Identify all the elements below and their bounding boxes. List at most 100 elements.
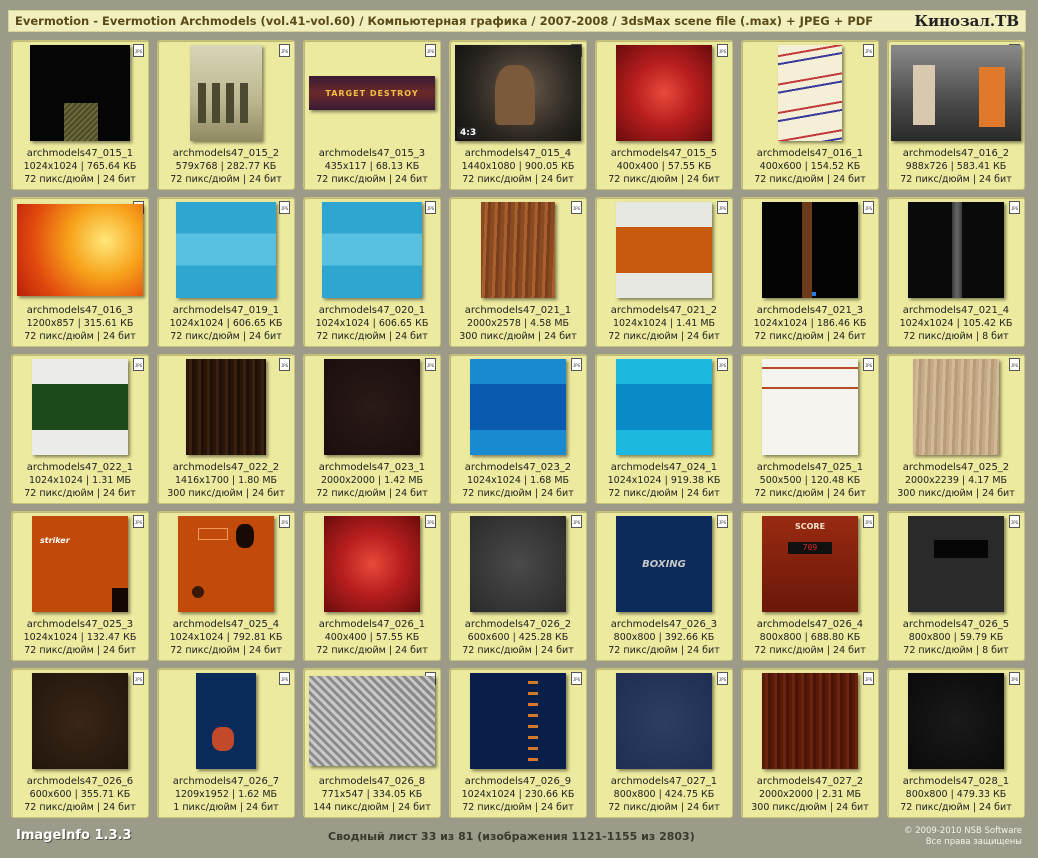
thumbnail-tile[interactable]: JPG archmodels47_022_2 1416x1700 | 1.80 МБ…: [157, 354, 295, 504]
score-thumbnail[interactable]: SCORE 709: [762, 516, 858, 612]
navy-fabric-thumbnail[interactable]: [616, 673, 712, 769]
dark-panel-thumbnail[interactable]: [908, 516, 1004, 612]
red-glow-thumbnail[interactable]: [324, 516, 420, 612]
thumbnail-tile[interactable]: JPG4:3archmodels47_015_41440x1080 | 900.…: [449, 40, 587, 190]
black-gray-strip-thumbnail[interactable]: [908, 202, 1004, 298]
file-resolution: 72 пикс/дюйм | 24 бит: [24, 174, 136, 185]
diamond-plate-thumbnail[interactable]: [309, 676, 435, 766]
file-resolution: 72 пикс/дюйм | 8 бит: [903, 331, 1009, 342]
file-dimensions: 1024x1024 | 765.64 КБ: [23, 161, 137, 172]
thumbnail-tile[interactable]: JPG archmodels47_015_2 579x768 | 282.77 КБ…: [157, 40, 295, 190]
thumbnail-tile[interactable]: JPG archmodels47_026_2 600x600 | 425.28 КБ…: [449, 511, 587, 661]
thumbnail-tile[interactable]: JPG archmodels47_024_1 1024x1024 | 919.38 …: [595, 354, 733, 504]
aspect-ratio-badge: 4:3: [457, 127, 480, 139]
beige-wood-thumbnail[interactable]: [913, 359, 999, 455]
file-resolution: 72 пикс/дюйм | 24 бит: [24, 331, 136, 342]
orange-band-thumbnail[interactable]: [616, 202, 712, 298]
thumbnail-tile[interactable]: JPG TARGET DESTROY archmodels47_015_3 435x1…: [303, 40, 441, 190]
thumbnail-tile[interactable]: JPG BOXING archmodels47_026_3 800x800 | 392…: [595, 511, 733, 661]
thumbnail-tile[interactable]: JPG archmodels47_026_1 400x400 | 57.55 КБ 7…: [303, 511, 441, 661]
thumbnail-tile[interactable]: JPG archmodels47_025_1 500x500 | 120.48 КБ…: [741, 354, 879, 504]
thumbnail-area: [450, 512, 586, 616]
file-name: archmodels47_027_2: [756, 776, 864, 787]
thumbnail-tile[interactable]: JPG striker archmodels47_025_3 1024x1024 | …: [11, 511, 149, 661]
thumbnail-tile[interactable]: JPG archmodels47_026_5 800x800 | 59.79 КБ 7…: [887, 511, 1025, 661]
thumbnail-tile[interactable]: JPG archmodels47_025_4 1024x1024 | 792.81 …: [157, 511, 295, 661]
thumbnail-tile[interactable]: JPG archmodels47_027_2 2000x2000 | 2.31 МБ…: [741, 668, 879, 818]
boxer-poster-thumbnail[interactable]: [196, 673, 256, 769]
thumbnail-tile[interactable]: JPG archmodels47_028_1 800x800 | 479.33 КБ…: [887, 668, 1025, 818]
thumbnail-tile[interactable]: JPG archmodels47_020_1 1024x1024 | 606.65 …: [303, 197, 441, 347]
thumbnail-tile[interactable]: JPG archmodels47_023_2 1024x1024 | 1.68 МБ…: [449, 354, 587, 504]
file-resolution: 300 пикс/дюйм | 24 бит: [897, 488, 1015, 499]
rights: Все права защищены: [925, 837, 1022, 847]
wave-pattern-thumbnail[interactable]: [778, 45, 842, 141]
fire-thumbnail[interactable]: [17, 204, 143, 296]
thumbnail-tile[interactable]: JPG archmodels47_026_7 1209x1952 | 1.62 МБ…: [157, 668, 295, 818]
thumbnail-area: [596, 355, 732, 459]
file-name: archmodels47_015_3: [318, 148, 426, 159]
black-texture-thumbnail[interactable]: [908, 673, 1004, 769]
mahogany-thumbnail[interactable]: [762, 673, 858, 769]
orange-splatter-thumbnail[interactable]: [178, 516, 274, 612]
green-band-thumbnail[interactable]: [32, 359, 128, 455]
file-name: archmodels47_015_5: [610, 148, 718, 159]
thumbnail-tile[interactable]: JPG archmodels47_026_6 600x600 | 355.71 КБ…: [11, 668, 149, 818]
target-destroy-thumbnail[interactable]: TARGET DESTROY: [309, 76, 435, 110]
red-glow-thumbnail[interactable]: [616, 45, 712, 141]
cyan-band-thumbnail[interactable]: [616, 359, 712, 455]
thumbnail-tile[interactable]: JPG archmodels47_021_4 1024x1024 | 105.42 …: [887, 197, 1025, 347]
tile-caption: archmodels47_016_3 1200x857 | 315.61 КБ 72…: [12, 304, 148, 343]
thumbnail-tile[interactable]: JPG archmodels47_019_1 1024x1024 | 606.65 …: [157, 197, 295, 347]
dark-texture-thumbnail[interactable]: [30, 45, 130, 141]
soldiers-thumbnail[interactable]: [190, 45, 262, 141]
thumbnail-tile[interactable]: JPG archmodels47_021_2 1024x1024 | 1.41 МБ…: [595, 197, 733, 347]
thumbnail-tile[interactable]: JPG archmodels47_026_9 1024x1024 | 230.66 …: [449, 668, 587, 818]
file-resolution: 72 пикс/дюйм | 24 бит: [462, 174, 574, 185]
file-dimensions: 800x800 | 59.79 КБ: [908, 632, 1004, 643]
thumbnail-tile[interactable]: JPG archmodels47_025_2 2000x2239 | 4.17 МБ…: [887, 354, 1025, 504]
thumbnail-tile[interactable]: JPG archmodels47_027_1 800x800 | 424.75 КБ…: [595, 668, 733, 818]
file-name: archmodels47_016_3: [26, 305, 134, 316]
boxing-thumbnail[interactable]: BOXING: [616, 516, 712, 612]
blue-dots-thumbnail[interactable]: [470, 673, 566, 769]
wood-thumbnail[interactable]: [481, 202, 555, 298]
thumbnail-tile[interactable]: JPG archmodels47_016_1 400x600 | 154.52 КБ…: [741, 40, 879, 190]
striker-thumbnail[interactable]: striker: [32, 516, 128, 612]
file-name: archmodels47_015_2: [172, 148, 280, 159]
file-dimensions: 1024x1024 | 186.46 КБ: [753, 318, 867, 329]
dark-leather-thumbnail[interactable]: [324, 359, 420, 455]
thumbnail-area: [888, 669, 1024, 773]
blue-stripes-thumbnail[interactable]: [322, 202, 422, 298]
thumbnail-area: [742, 669, 878, 773]
thumbnail-tile[interactable]: JPG archmodels47_021_3 1024x1024 | 186.46 …: [741, 197, 879, 347]
tile-caption: archmodels47_015_4 1440x1080 | 900.05 КБ 7…: [450, 147, 586, 186]
thumbnail-area: [450, 355, 586, 459]
tile-caption: archmodels47_020_1 1024x1024 | 606.65 КБ 7…: [304, 304, 440, 343]
file-dimensions: 771x547 | 334.05 КБ: [321, 789, 423, 800]
site-logo[interactable]: Кинозал.ТВ: [914, 12, 1019, 30]
thumbnail-tile[interactable]: JPGarchmodels47_016_31200x857 | 315.61 К…: [11, 197, 149, 347]
game-scene-thumbnail[interactable]: 4:3: [455, 45, 581, 141]
fighters-thumbnail[interactable]: [891, 45, 1021, 141]
thumbnail-tile[interactable]: JPG archmodels47_022_1 1024x1024 | 1.31 МБ…: [11, 354, 149, 504]
tile-caption: archmodels47_027_2 2000x2000 | 2.31 МБ 300…: [742, 775, 878, 814]
file-dimensions: 400x400 | 57.55 КБ: [324, 632, 420, 643]
thumbnail-tile[interactable]: JPGarchmodels47_016_2988x726 | 583.41 КБ…: [887, 40, 1025, 190]
blue-stripes-thumbnail[interactable]: [176, 202, 276, 298]
thumbnail-tile[interactable]: JPG SCORE 709 archmodels47_026_4 800x800 | 6…: [741, 511, 879, 661]
black-wood-strip-thumbnail[interactable]: [762, 202, 858, 298]
thumbnail-tile[interactable]: JPG archmodels47_015_1 1024x1024 | 765.64 …: [11, 40, 149, 190]
thumbnail-area: TARGET DESTROY: [304, 41, 440, 145]
blue-band-thumbnail[interactable]: [470, 359, 566, 455]
thumbnail-tile[interactable]: JPGarchmodels47_026_8771x547 | 334.05 КБ…: [303, 668, 441, 818]
dark-brown-thumbnail[interactable]: [32, 673, 128, 769]
white-lines-thumbnail[interactable]: [762, 359, 858, 455]
thumbnail-tile[interactable]: JPG archmodels47_023_1 2000x2000 | 1.42 МБ…: [303, 354, 441, 504]
thumbnail-tile[interactable]: JPG archmodels47_015_5 400x400 | 57.55 КБ 7…: [595, 40, 733, 190]
dark-wood-thumbnail[interactable]: [186, 359, 266, 455]
file-resolution: 72 пикс/дюйм | 24 бит: [608, 174, 720, 185]
dark-stone-thumbnail[interactable]: [470, 516, 566, 612]
thumbnail-tile[interactable]: JPG archmodels47_021_1 2000x2578 | 4.58 МБ…: [449, 197, 587, 347]
copyright-block: © 2009-2010 NSB Software Все права защищ…: [904, 826, 1022, 848]
